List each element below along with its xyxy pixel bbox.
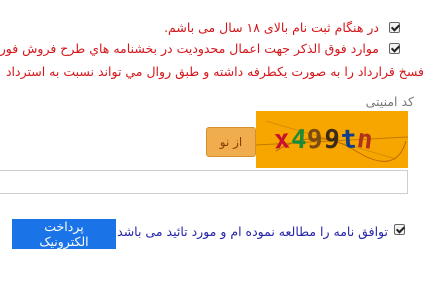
agreement-label: توافق نامه را مطالعه نموده ام و مورد تائ…: [117, 224, 388, 239]
captcha-refresh-button[interactable]: از نو: [206, 127, 256, 157]
restrictions-line-2: فسخ قرارداد را به صورت يکطرفه داشته و طب…: [5, 64, 424, 79]
age-checkbox[interactable]: [389, 22, 400, 33]
security-code-label: کد امنیتی: [365, 94, 414, 109]
electronic-payment-button[interactable]: پرداخت الکترونیک: [12, 219, 116, 249]
captcha-glyph: n: [355, 123, 376, 157]
captcha-text: x499tn: [272, 123, 376, 157]
captcha-glyph: 9: [322, 124, 342, 156]
restrictions-line-1: موارد فوق الذکر جهت اعمال محدوديت در بخش…: [0, 41, 379, 56]
captcha-image: x499tn: [256, 111, 408, 168]
security-code-input[interactable]: [0, 170, 408, 194]
captcha-glyph: 9: [306, 124, 325, 156]
age-confirmation-label: در هنگام ثبت نام بالای ۱۸ سال می باشم.: [164, 20, 379, 35]
captcha-glyph: x: [272, 124, 292, 156]
captcha-glyph: 4: [289, 124, 309, 156]
restrictions-checkbox[interactable]: [389, 43, 400, 54]
agreement-checkbox[interactable]: [394, 224, 405, 235]
